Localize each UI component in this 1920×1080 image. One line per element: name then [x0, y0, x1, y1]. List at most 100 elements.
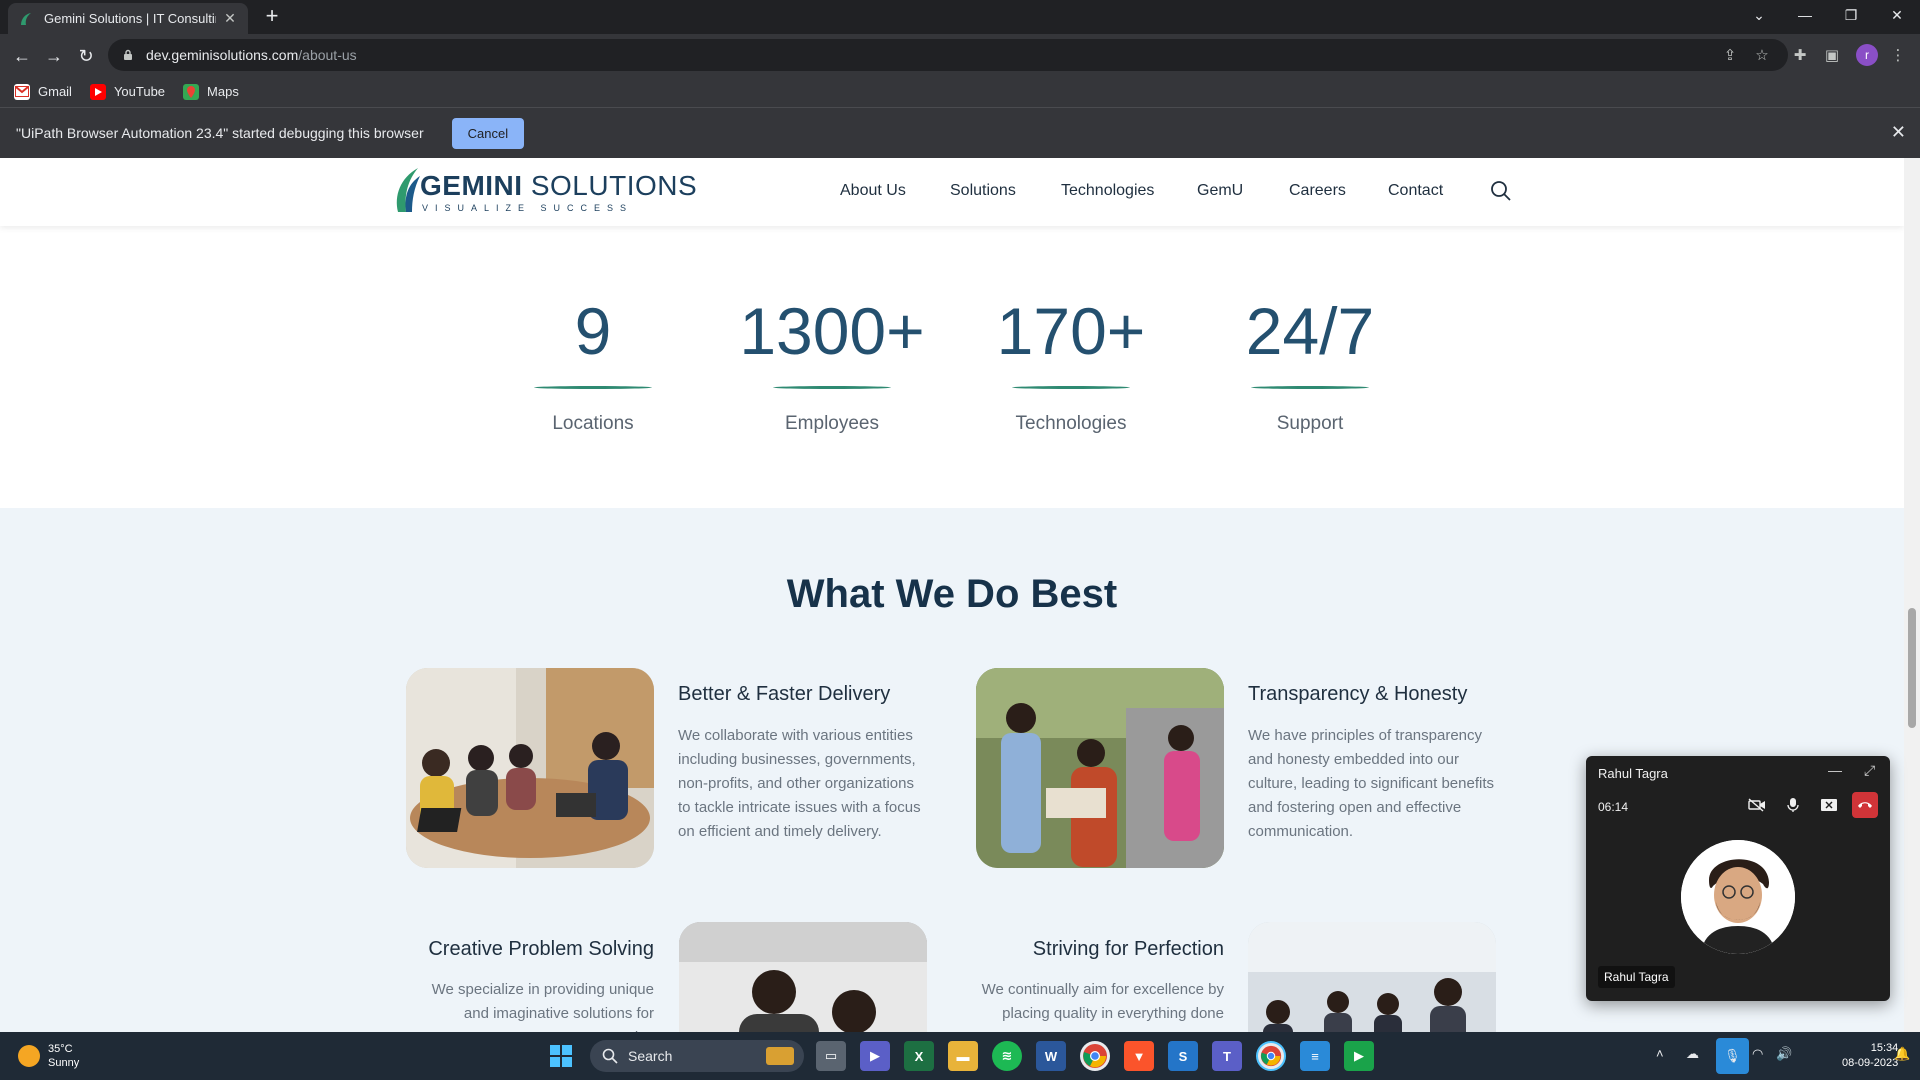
card-description: We collaborate with various entities inc…: [678, 727, 921, 840]
debug-infobar: "UiPath Browser Automation 23.4" started…: [0, 108, 1920, 158]
restore-icon[interactable]: ❐: [1828, 0, 1874, 30]
nav-about-us[interactable]: About Us: [840, 182, 906, 200]
teams-icon[interactable]: T: [1212, 1041, 1242, 1071]
stat-underline: [1251, 386, 1369, 389]
card-title: Transparency & Honesty: [1248, 683, 1468, 705]
word-icon[interactable]: W: [1036, 1041, 1066, 1071]
back-icon[interactable]: ←: [8, 42, 36, 70]
task-view-icon[interactable]: ▭: [816, 1041, 846, 1071]
tab-title: Gemini Solutions | IT Consulting,: [44, 11, 216, 26]
search-icon[interactable]: [1490, 180, 1512, 202]
reload-icon[interactable]: ↻: [72, 42, 100, 70]
system-clock[interactable]: 15:34 08-09-2023: [1842, 1041, 1898, 1071]
clock-time: 15:34: [1870, 1042, 1899, 1054]
stat-locations: 9 Locations: [473, 298, 713, 435]
excel-icon[interactable]: X: [904, 1041, 934, 1071]
problem-solving-photo: [679, 922, 927, 1032]
microphone-icon[interactable]: [1780, 792, 1806, 818]
uipath-studio-icon[interactable]: S: [1168, 1041, 1198, 1071]
stat-value: 1300+: [739, 294, 925, 368]
nav-contact[interactable]: Contact: [1388, 182, 1443, 200]
scrollbar-thumb[interactable]: [1908, 608, 1916, 728]
bookmark-label: Maps: [207, 84, 239, 99]
tab-close-icon[interactable]: ✕: [222, 10, 238, 27]
card-description: We continually aim for excellence by pla…: [981, 981, 1224, 1022]
stat-support: 24/7 Support: [1190, 298, 1430, 435]
page-scrollbar[interactable]: [1904, 158, 1920, 1032]
stat-value: 170+: [996, 294, 1146, 368]
stat-underline: [773, 386, 891, 389]
browser-tab[interactable]: Gemini Solutions | IT Consulting, ✕: [8, 3, 248, 34]
forward-icon[interactable]: →: [40, 42, 68, 70]
caller-avatar: [1681, 840, 1795, 954]
notification-bell-icon[interactable]: 🔔: [1894, 1046, 1910, 1062]
volume-icon[interactable]: 🔊: [1776, 1046, 1792, 1062]
bookmark-maps[interactable]: Maps: [183, 83, 239, 100]
gmail-icon: [14, 83, 30, 100]
spotify-icon[interactable]: ≋: [992, 1041, 1022, 1071]
minimize-icon[interactable]: —: [1782, 0, 1828, 30]
stat-underline: [1012, 386, 1130, 389]
camera-off-icon[interactable]: [1744, 792, 1770, 818]
side-panel-icon[interactable]: ▣: [1822, 45, 1842, 65]
gemini-logo[interactable]: GEMINI SOLUTIONS VISUALIZE SUCCESS: [392, 166, 697, 218]
caller-name-tag: Rahul Tagra: [1598, 966, 1675, 988]
tray-overflow-icon[interactable]: ˄: [1656, 1046, 1664, 1061]
weather-condition: Sunny: [48, 1057, 80, 1069]
share-icon[interactable]: ⇪: [1720, 45, 1740, 65]
maps-icon: [183, 83, 200, 100]
bookmark-label: YouTube: [113, 84, 166, 99]
stat-label: Support: [1276, 413, 1344, 434]
bookmark-youtube[interactable]: YouTube: [89, 83, 166, 100]
new-tab-icon[interactable]: +: [260, 5, 284, 29]
teams-chat-icon[interactable]: ▶: [860, 1041, 890, 1071]
bookmark-gmail[interactable]: Gmail: [14, 83, 72, 100]
stat-label: Employees: [785, 413, 879, 434]
menu-icon[interactable]: ⋮: [1888, 45, 1908, 65]
call-widget: Rahul Tagra — ⤢ 06:14 Rahul Tagra: [1586, 756, 1890, 1001]
stat-value: 24/7: [1245, 294, 1375, 368]
gemini-favicon-icon: [21, 12, 31, 25]
windows-start-icon[interactable]: [546, 1041, 576, 1071]
logo-tagline: VISUALIZE SUCCESS: [422, 203, 634, 213]
extensions-icon[interactable]: ✚: [1790, 45, 1810, 65]
microphone-in-use-icon[interactable]: 🎙: [1716, 1038, 1749, 1074]
bookmark-star-icon[interactable]: ☆: [1752, 45, 1772, 65]
infobar-close-icon[interactable]: ✕: [1891, 122, 1906, 143]
youtube-icon: [89, 83, 106, 100]
taskbar-search[interactable]: Search: [590, 1040, 804, 1072]
profile-avatar[interactable]: r: [1856, 44, 1878, 66]
chrome-profile-icon[interactable]: [1256, 1041, 1286, 1071]
bookmark-label: Gmail: [38, 84, 72, 99]
team-group-photo: [1248, 922, 1496, 1032]
file-explorer-icon[interactable]: ▬: [948, 1041, 978, 1071]
weather-widget[interactable]: 35°C Sunny: [18, 1042, 79, 1070]
nav-careers[interactable]: Careers: [1289, 182, 1346, 200]
tab-search-icon[interactable]: ⌄: [1736, 0, 1782, 30]
infobar-text: "UiPath Browser Automation 23.4" started…: [16, 125, 424, 141]
address-bar[interactable]: dev.geminisolutions.com/about-us: [108, 39, 1788, 71]
search-icon: [602, 1048, 618, 1064]
onedrive-icon[interactable]: ☁: [1686, 1046, 1699, 1062]
hang-up-button[interactable]: [1852, 792, 1878, 818]
chrome-icon[interactable]: [1080, 1041, 1110, 1071]
infobar-cancel-button[interactable]: Cancel: [451, 117, 525, 149]
call-expand-icon[interactable]: ⤢: [1864, 762, 1875, 779]
nav-solutions[interactable]: Solutions: [950, 182, 1016, 200]
wifi-icon[interactable]: ◠: [1752, 1046, 1763, 1062]
media-player-icon[interactable]: ▶: [1344, 1041, 1374, 1071]
bookmarks-bar: Gmail YouTube Maps: [0, 76, 1920, 108]
card-title: Striving for Perfection: [1032, 938, 1224, 960]
call-minimize-icon[interactable]: —: [1828, 762, 1842, 778]
team-meeting-photo: [406, 668, 654, 868]
stat-employees: 1300+ Employees: [712, 298, 952, 435]
close-window-icon[interactable]: ✕: [1874, 0, 1920, 30]
brave-icon[interactable]: ▼: [1124, 1041, 1154, 1071]
card-description: We have principles of transparency and h…: [1248, 727, 1494, 840]
notepad-icon[interactable]: ≡: [1300, 1041, 1330, 1071]
url-path: /about-us: [298, 47, 357, 63]
nav-technologies[interactable]: Technologies: [1061, 182, 1154, 200]
screen-share-stop-icon[interactable]: [1816, 792, 1842, 818]
nav-gemu[interactable]: GemU: [1197, 182, 1243, 200]
taskbar-search-label: Search: [628, 1048, 673, 1064]
